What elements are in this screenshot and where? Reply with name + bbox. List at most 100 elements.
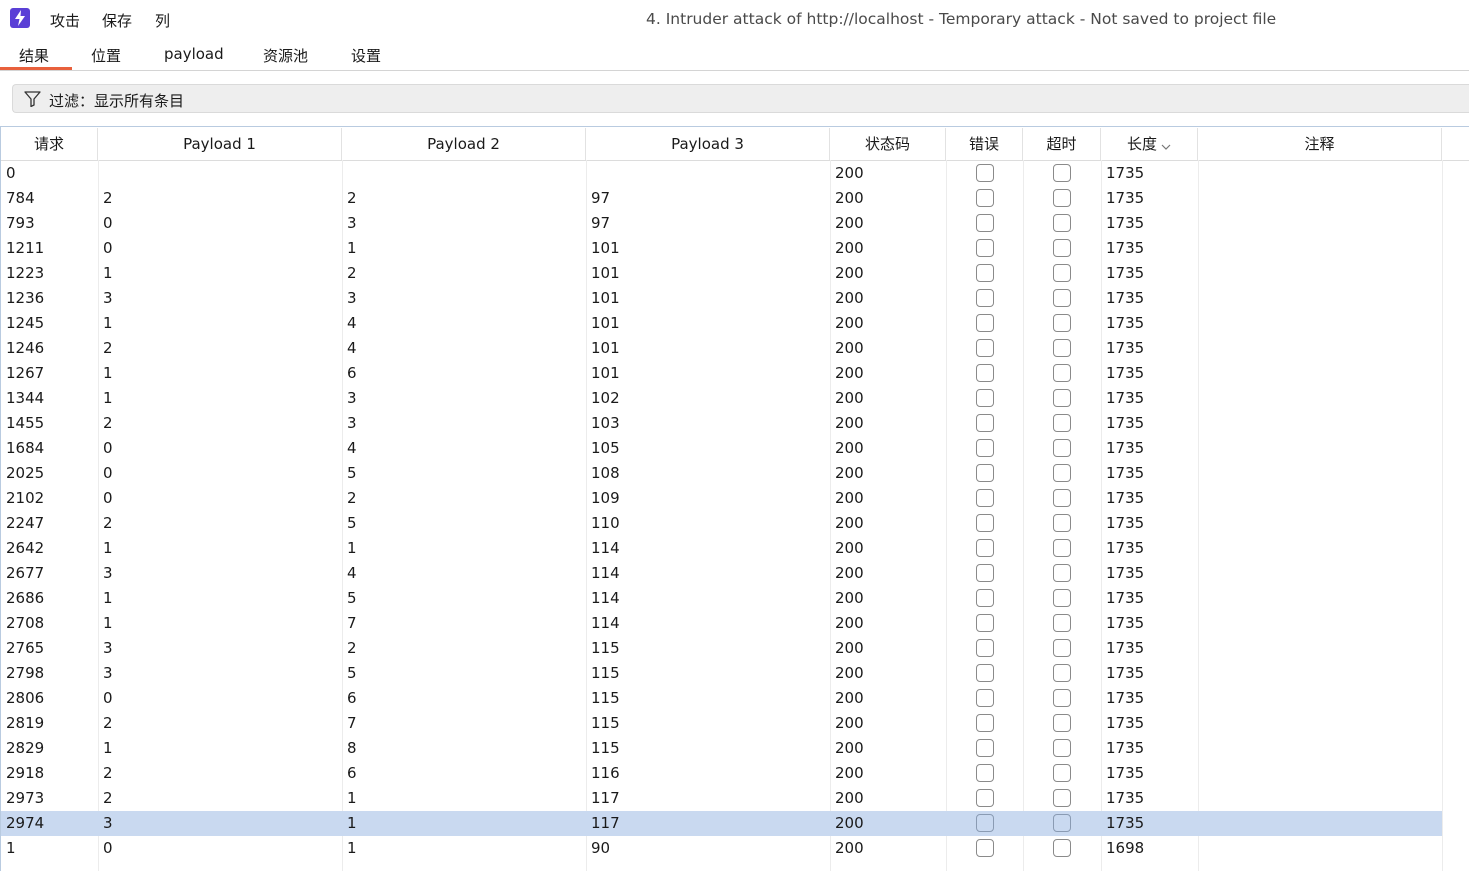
column-header-comment[interactable]: 注释 (1198, 128, 1442, 160)
error-checkbox[interactable] (976, 339, 994, 357)
table-row[interactable]: 784 2 2 97 200 1735 (1, 186, 1442, 211)
timeout-checkbox[interactable] (1053, 389, 1071, 407)
error-checkbox[interactable] (976, 739, 994, 757)
timeout-checkbox[interactable] (1053, 539, 1071, 557)
column-header-payload2[interactable]: Payload 2 (342, 128, 586, 160)
menu-columns[interactable]: 列 (155, 10, 170, 31)
column-header-error[interactable]: 错误 (946, 128, 1023, 160)
column-header-request[interactable]: 请求 (1, 128, 98, 160)
table-row[interactable]: 1684 0 4 105 200 1735 (1, 436, 1442, 461)
table-row[interactable]: 2819 2 7 115 200 1735 (1, 711, 1442, 736)
error-checkbox[interactable] (976, 164, 994, 182)
table-row[interactable]: 0 200 1735 (1, 161, 1442, 186)
table-row[interactable]: 2798 3 5 115 200 1735 (1, 661, 1442, 686)
timeout-checkbox[interactable] (1053, 314, 1071, 332)
table-row[interactable]: 2642 1 1 114 200 1735 (1, 536, 1442, 561)
table-row[interactable]: 1236 3 3 101 200 1735 (1, 286, 1442, 311)
error-checkbox[interactable] (976, 514, 994, 532)
table-row[interactable]: 1267 1 6 101 200 1735 (1, 361, 1442, 386)
table-row[interactable]: 1223 1 2 101 200 1735 (1, 261, 1442, 286)
error-checkbox[interactable] (976, 439, 994, 457)
table-row[interactable]: 1344 1 3 102 200 1735 (1, 386, 1442, 411)
timeout-checkbox[interactable] (1053, 339, 1071, 357)
error-checkbox[interactable] (976, 839, 994, 857)
error-checkbox[interactable] (976, 714, 994, 732)
error-checkbox[interactable] (976, 264, 994, 282)
error-checkbox[interactable] (976, 389, 994, 407)
timeout-checkbox[interactable] (1053, 714, 1071, 732)
timeout-checkbox[interactable] (1053, 239, 1071, 257)
menu-save[interactable]: 保存 (102, 10, 132, 31)
error-checkbox[interactable] (976, 614, 994, 632)
timeout-checkbox[interactable] (1053, 489, 1071, 507)
timeout-checkbox[interactable] (1053, 639, 1071, 657)
timeout-checkbox[interactable] (1053, 814, 1071, 832)
error-checkbox[interactable] (976, 539, 994, 557)
table-row[interactable]: 1246 2 4 101 200 1735 (1, 336, 1442, 361)
error-checkbox[interactable] (976, 414, 994, 432)
error-checkbox[interactable] (976, 564, 994, 582)
table-row[interactable]: 2806 0 6 115 200 1735 (1, 686, 1442, 711)
error-checkbox[interactable] (976, 289, 994, 307)
column-header-payload3[interactable]: Payload 3 (586, 128, 830, 160)
timeout-checkbox[interactable] (1053, 289, 1071, 307)
table-row[interactable]: 2686 1 5 114 200 1735 (1, 586, 1442, 611)
timeout-checkbox[interactable] (1053, 614, 1071, 632)
timeout-checkbox[interactable] (1053, 414, 1071, 432)
timeout-checkbox[interactable] (1053, 214, 1071, 232)
table-row[interactable]: 2918 2 6 116 200 1735 (1, 761, 1442, 786)
table-row[interactable]: 2247 2 5 110 200 1735 (1, 511, 1442, 536)
error-checkbox[interactable] (976, 639, 994, 657)
tab-settings[interactable]: 设置 (351, 45, 381, 66)
table-row[interactable]: 2025 0 5 108 200 1735 (1, 461, 1442, 486)
error-checkbox[interactable] (976, 764, 994, 782)
error-checkbox[interactable] (976, 189, 994, 207)
menu-attack[interactable]: 攻击 (50, 10, 80, 31)
error-checkbox[interactable] (976, 789, 994, 807)
timeout-checkbox[interactable] (1053, 739, 1071, 757)
error-checkbox[interactable] (976, 664, 994, 682)
error-checkbox[interactable] (976, 314, 994, 332)
timeout-checkbox[interactable] (1053, 514, 1071, 532)
timeout-checkbox[interactable] (1053, 589, 1071, 607)
table-row[interactable]: 1455 2 3 103 200 1735 (1, 411, 1442, 436)
timeout-checkbox[interactable] (1053, 839, 1071, 857)
table-row[interactable]: 793 0 3 97 200 1735 (1, 211, 1442, 236)
table-row[interactable]: 1 0 1 90 200 1698 (1, 836, 1442, 861)
tab-resource-pool[interactable]: 资源池 (263, 45, 308, 66)
timeout-checkbox[interactable] (1053, 764, 1071, 782)
timeout-checkbox[interactable] (1053, 789, 1071, 807)
timeout-checkbox[interactable] (1053, 689, 1071, 707)
tab-payloads[interactable]: payload (164, 45, 224, 63)
error-checkbox[interactable] (976, 689, 994, 707)
error-checkbox[interactable] (976, 589, 994, 607)
table-row[interactable]: 2708 1 7 114 200 1735 (1, 611, 1442, 636)
table-row[interactable]: 2765 3 2 115 200 1735 (1, 636, 1442, 661)
table-row[interactable]: 2102 0 2 109 200 1735 (1, 486, 1442, 511)
timeout-checkbox[interactable] (1053, 439, 1071, 457)
table-row[interactable]: 1211 0 1 101 200 1735 (1, 236, 1442, 261)
timeout-checkbox[interactable] (1053, 164, 1071, 182)
table-row[interactable]: 2829 1 8 115 200 1735 (1, 736, 1442, 761)
timeout-checkbox[interactable] (1053, 189, 1071, 207)
column-header-timeout[interactable]: 超时 (1023, 128, 1101, 160)
error-checkbox[interactable] (976, 214, 994, 232)
table-row[interactable]: 1245 1 4 101 200 1735 (1, 311, 1442, 336)
error-checkbox[interactable] (976, 489, 994, 507)
table-row[interactable]: 2974 3 1 117 200 1735 (1, 811, 1442, 836)
column-header-payload1[interactable]: Payload 1 (98, 128, 342, 160)
error-checkbox[interactable] (976, 464, 994, 482)
timeout-checkbox[interactable] (1053, 464, 1071, 482)
timeout-checkbox[interactable] (1053, 264, 1071, 282)
timeout-checkbox[interactable] (1053, 364, 1071, 382)
column-header-status[interactable]: 状态码 (830, 128, 946, 160)
table-row[interactable]: 2973 2 1 117 200 1735 (1, 786, 1442, 811)
filter-bar[interactable]: 过滤：显示所有条目 (12, 84, 1469, 113)
tab-results[interactable]: 结果 (19, 45, 49, 66)
column-header-length[interactable]: 长度 (1101, 128, 1198, 160)
error-checkbox[interactable] (976, 364, 994, 382)
timeout-checkbox[interactable] (1053, 664, 1071, 682)
tab-positions[interactable]: 位置 (91, 45, 121, 66)
error-checkbox[interactable] (976, 239, 994, 257)
table-row[interactable]: 2677 3 4 114 200 1735 (1, 561, 1442, 586)
